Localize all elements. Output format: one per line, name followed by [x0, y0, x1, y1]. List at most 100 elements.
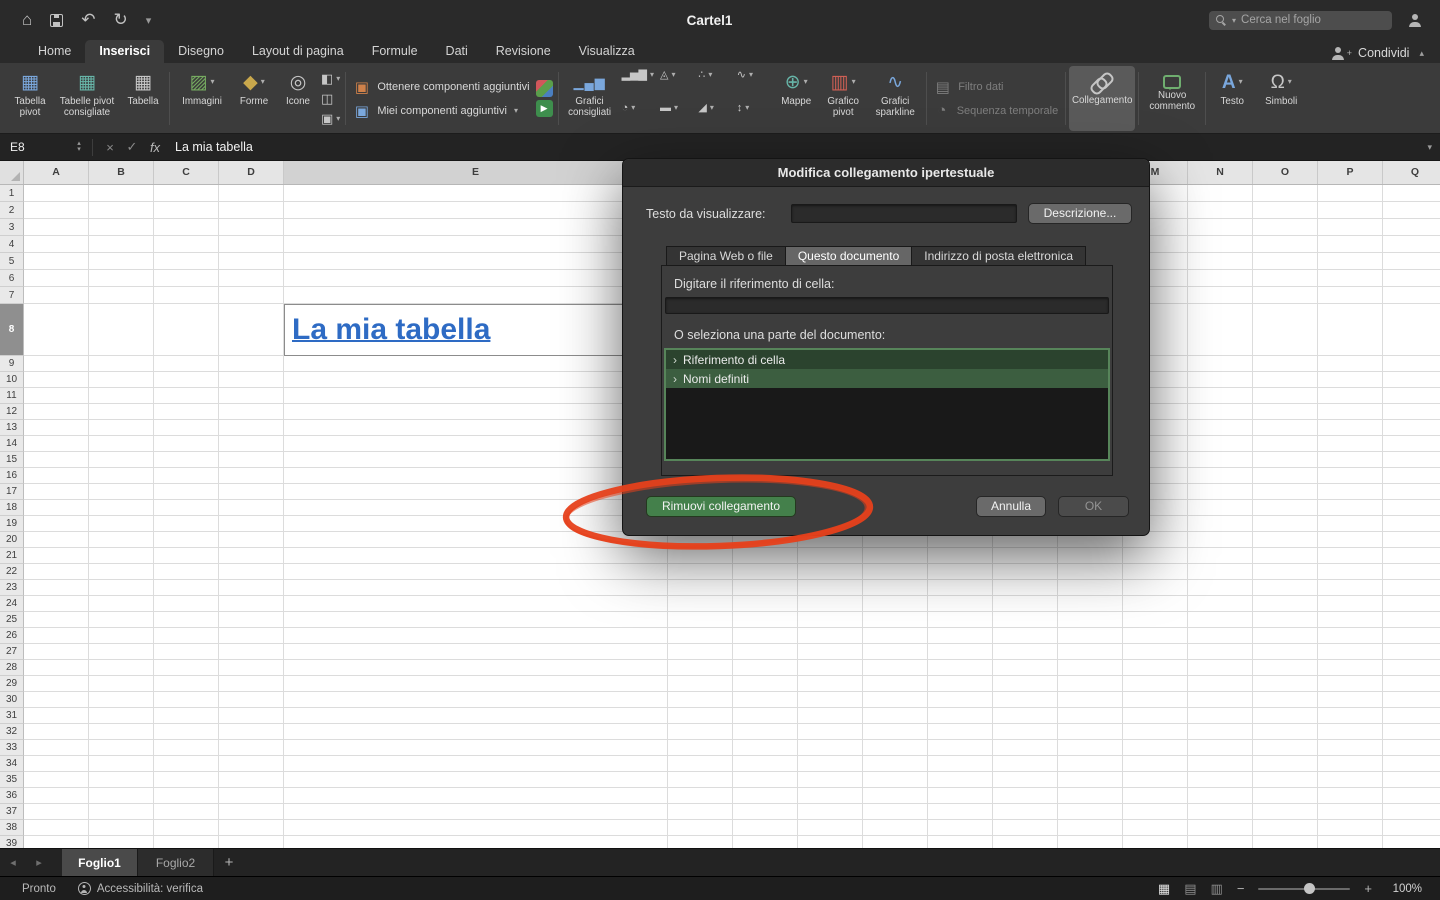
- sparklines-button[interactable]: ∿ Grafici sparkline: [867, 66, 923, 131]
- dialog-tab-indirizzo-di-posta-elettronica[interactable]: Indirizzo di posta elettronica: [911, 246, 1086, 266]
- row-header-19[interactable]: 19: [0, 516, 24, 532]
- row-header-8[interactable]: 8: [0, 304, 24, 356]
- tab-dati[interactable]: Dati: [432, 40, 482, 63]
- tab-home[interactable]: Home: [24, 40, 85, 63]
- column-header-O[interactable]: O: [1253, 161, 1318, 184]
- row-header-28[interactable]: 28: [0, 660, 24, 676]
- row-header-16[interactable]: 16: [0, 468, 24, 484]
- tree-item-nomi-definiti[interactable]: ›Nomi definiti: [666, 369, 1108, 388]
- row-header-11[interactable]: 11: [0, 388, 24, 404]
- row-header-15[interactable]: 15: [0, 452, 24, 468]
- accessibility-status[interactable]: Accessibilità: verifica: [97, 883, 203, 895]
- row-header-9[interactable]: 9: [0, 356, 24, 372]
- tab-formule[interactable]: Formule: [358, 40, 432, 63]
- user-avatar[interactable]: [1408, 14, 1422, 27]
- row-header-23[interactable]: 23: [0, 580, 24, 596]
- share-button[interactable]: + Condividi: [1331, 46, 1410, 60]
- row-header-25[interactable]: 25: [0, 612, 24, 628]
- cancel-button[interactable]: Annulla: [976, 496, 1046, 517]
- row-header-33[interactable]: 33: [0, 740, 24, 756]
- zoom-percentage[interactable]: 100%: [1386, 883, 1422, 895]
- row-header-35[interactable]: 35: [0, 772, 24, 788]
- row-header-26[interactable]: 26: [0, 628, 24, 644]
- sheet-tab-foglio2[interactable]: Foglio2: [138, 849, 214, 876]
- row-header-21[interactable]: 21: [0, 548, 24, 564]
- sheet-nav-left-icon[interactable]: ◂: [0, 849, 26, 876]
- row-header-14[interactable]: 14: [0, 436, 24, 452]
- chart-mini-button-1[interactable]: ▂▅▇▾: [622, 66, 654, 83]
- row-header-27[interactable]: 27: [0, 644, 24, 660]
- shapes-button[interactable]: ◆▾ Forme: [231, 66, 277, 131]
- row-header-13[interactable]: 13: [0, 420, 24, 436]
- row-header-32[interactable]: 32: [0, 724, 24, 740]
- cancel-entry-icon[interactable]: ×: [99, 140, 121, 155]
- tab-revisione[interactable]: Revisione: [482, 40, 565, 63]
- screenshot-button[interactable]: ▣▾: [321, 110, 340, 127]
- pivot-chart-button[interactable]: ▥▾ Grafico pivot: [819, 66, 867, 131]
- name-box-spinner[interactable]: ▴▾: [72, 141, 86, 153]
- row-header-29[interactable]: 29: [0, 676, 24, 692]
- sheet-nav-right-icon[interactable]: ▸: [26, 849, 52, 876]
- row-header-39[interactable]: 39: [0, 836, 24, 848]
- column-header-D[interactable]: D: [219, 161, 284, 184]
- hyperlink-cell-text[interactable]: La mia tabella: [292, 313, 490, 347]
- tab-layout-di-pagina[interactable]: Layout di pagina: [238, 40, 358, 63]
- row-header-30[interactable]: 30: [0, 692, 24, 708]
- zoom-slider[interactable]: [1258, 888, 1350, 890]
- column-header-Q[interactable]: Q: [1383, 161, 1440, 184]
- row-header-3[interactable]: 3: [0, 219, 24, 236]
- timeline-button[interactable]: ◔ Sequenza temporale: [934, 102, 1058, 119]
- select-all-corner[interactable]: [0, 161, 24, 184]
- zoom-out-icon[interactable]: −: [1237, 881, 1245, 896]
- row-header-37[interactable]: 37: [0, 804, 24, 820]
- add-sheet-button[interactable]: +: [214, 849, 244, 876]
- disclosure-icon[interactable]: ›: [673, 372, 677, 386]
- row-header-4[interactable]: 4: [0, 236, 24, 253]
- search-chevron-icon[interactable]: ▾: [1232, 16, 1236, 25]
- chart-mini-button-6[interactable]: ▬▾: [660, 99, 692, 116]
- tab-disegno[interactable]: Disegno: [164, 40, 238, 63]
- sheet-tab-foglio1[interactable]: Foglio1: [62, 849, 138, 876]
- column-header-P[interactable]: P: [1318, 161, 1383, 184]
- row-header-6[interactable]: 6: [0, 270, 24, 287]
- row-header-7[interactable]: 7: [0, 287, 24, 304]
- row-header-34[interactable]: 34: [0, 756, 24, 772]
- row-header-18[interactable]: 18: [0, 500, 24, 516]
- column-header-E[interactable]: E: [284, 161, 668, 184]
- get-addins-button[interactable]: ▣ Ottenere componenti aggiuntivi: [353, 78, 529, 96]
- row-header-38[interactable]: 38: [0, 820, 24, 836]
- link-button[interactable]: Collegamento: [1069, 66, 1135, 131]
- chart-mini-button-4[interactable]: ∿▾: [737, 66, 769, 83]
- symbols-button[interactable]: Ω▾ Simboli: [1255, 66, 1307, 131]
- undo-icon[interactable]: ↶: [81, 10, 95, 30]
- addin-shortcut-2-icon[interactable]: ▶: [536, 100, 553, 117]
- home-icon[interactable]: ⌂: [22, 10, 32, 30]
- normal-view-icon[interactable]: ▦: [1158, 881, 1170, 897]
- redo-icon[interactable]: ↻: [114, 10, 128, 30]
- tree-item-riferimento-di-cella[interactable]: ›Riferimento di cella: [666, 350, 1108, 369]
- accessibility-icon[interactable]: [78, 882, 91, 895]
- collapse-ribbon-icon[interactable]: ▴: [1419, 48, 1424, 59]
- disclosure-icon[interactable]: ›: [673, 353, 677, 367]
- description-button[interactable]: Descrizione...: [1028, 203, 1132, 224]
- chart-mini-button-5[interactable]: ◔▾: [622, 99, 654, 116]
- images-button[interactable]: ▨▾ Immagini: [173, 66, 231, 131]
- table-button[interactable]: ▦ Tabella: [120, 66, 166, 131]
- dialog-tab-pagina-web-o-file[interactable]: Pagina Web o file: [666, 246, 785, 266]
- confirm-entry-icon[interactable]: ✓: [121, 139, 143, 155]
- page-layout-view-icon[interactable]: ▤: [1184, 881, 1196, 897]
- zoom-in-icon[interactable]: +: [1364, 881, 1372, 896]
- chart-mini-button-2[interactable]: ◬▾: [660, 66, 692, 83]
- recommended-pivot-button[interactable]: ▦ Tabelle pivot consigliate: [54, 66, 120, 131]
- column-header-A[interactable]: A: [24, 161, 89, 184]
- row-header-2[interactable]: 2: [0, 202, 24, 219]
- row-header-5[interactable]: 5: [0, 253, 24, 270]
- smartart-button[interactable]: ◫: [321, 90, 340, 107]
- row-header-36[interactable]: 36: [0, 788, 24, 804]
- chart-mini-button-7[interactable]: ◢▾: [698, 99, 730, 116]
- column-header-C[interactable]: C: [154, 161, 219, 184]
- column-header-N[interactable]: N: [1188, 161, 1253, 184]
- tab-visualizza[interactable]: Visualizza: [565, 40, 649, 63]
- row-header-1[interactable]: 1: [0, 185, 24, 202]
- remove-link-button[interactable]: Rimuovi collegamento: [646, 496, 796, 517]
